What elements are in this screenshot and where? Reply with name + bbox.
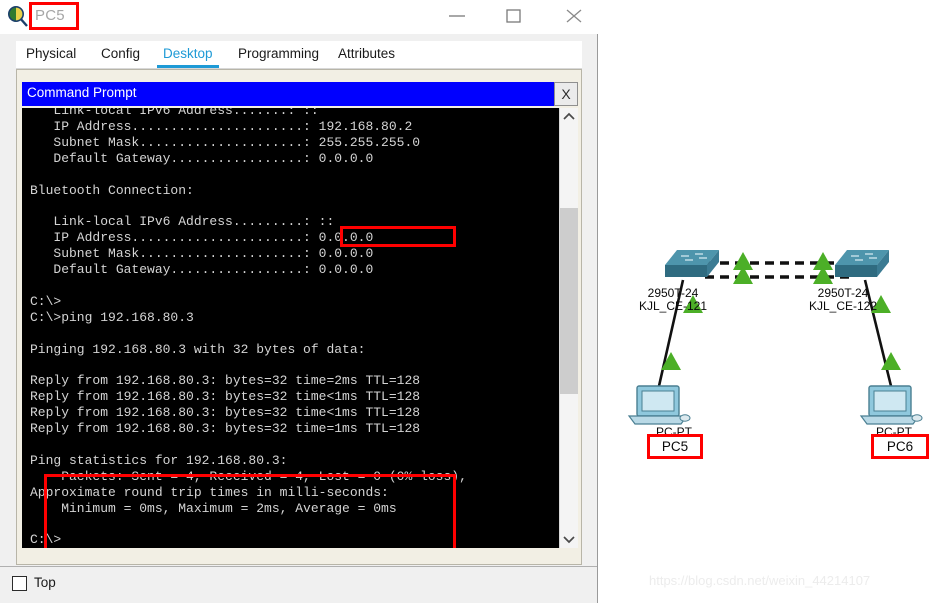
top-checkbox-label: Top [34, 575, 56, 590]
tab-bar: Physical Config Desktop Programming Attr… [16, 41, 582, 69]
window-titlebar: PC5 [0, 0, 598, 34]
chevron-up-icon[interactable] [560, 108, 578, 126]
bottom-bar: Top [0, 566, 597, 603]
maximize-icon[interactable] [491, 0, 537, 32]
watermark: https://blog.csdn.net/weixin_44214107 [649, 573, 871, 588]
top-checkbox[interactable] [12, 576, 27, 591]
close-icon[interactable] [551, 0, 597, 32]
terminal-output-area[interactable]: Link-local IPv6 Address.......: :: IP Ad… [22, 108, 578, 548]
pc-left-name: PC5 [647, 434, 703, 459]
topology-canvas[interactable]: 2950T-24 KJL_CE-121 2950T-24 KJL_CE-122 … [599, 0, 950, 603]
command-prompt-panel: Command Prompt X Link-local IPv6 Address… [16, 69, 582, 565]
tab-desktop[interactable]: Desktop [157, 41, 219, 68]
chevron-down-icon[interactable] [560, 530, 578, 548]
tab-attributes[interactable]: Attributes [332, 41, 401, 68]
switch-left-name: KJL_CE-121 [638, 299, 708, 313]
switch-right-model: 2950T-24 [817, 286, 869, 300]
switch-right-name: KJL_CE-122 [808, 299, 878, 313]
terminal-text: Link-local IPv6 Address.......: :: IP Ad… [30, 108, 467, 548]
pc-right-name: PC6 [871, 434, 929, 459]
command-prompt-titlebar: Command Prompt X [22, 82, 578, 106]
switch-left-icon[interactable] [665, 250, 719, 277]
tab-physical[interactable]: Physical [20, 41, 82, 68]
scrollbar-thumb[interactable] [560, 208, 578, 394]
switch-right-icon[interactable] [835, 250, 889, 277]
command-prompt-close-button[interactable]: X [554, 82, 578, 106]
tab-programming[interactable]: Programming [232, 41, 325, 68]
window-title: PC5 [35, 7, 65, 24]
device-window: PC5 Physical Config Desktop Programming … [0, 0, 598, 603]
minimize-icon[interactable] [434, 0, 480, 32]
pc-left-icon[interactable] [627, 385, 691, 425]
pc-right-icon[interactable] [859, 385, 923, 425]
terminal-scrollbar[interactable] [559, 108, 578, 548]
tab-config[interactable]: Config [95, 41, 146, 68]
command-prompt-title: Command Prompt [27, 85, 137, 100]
packet-tracer-icon [6, 5, 30, 29]
switch-left-model: 2950T-24 [647, 286, 699, 300]
